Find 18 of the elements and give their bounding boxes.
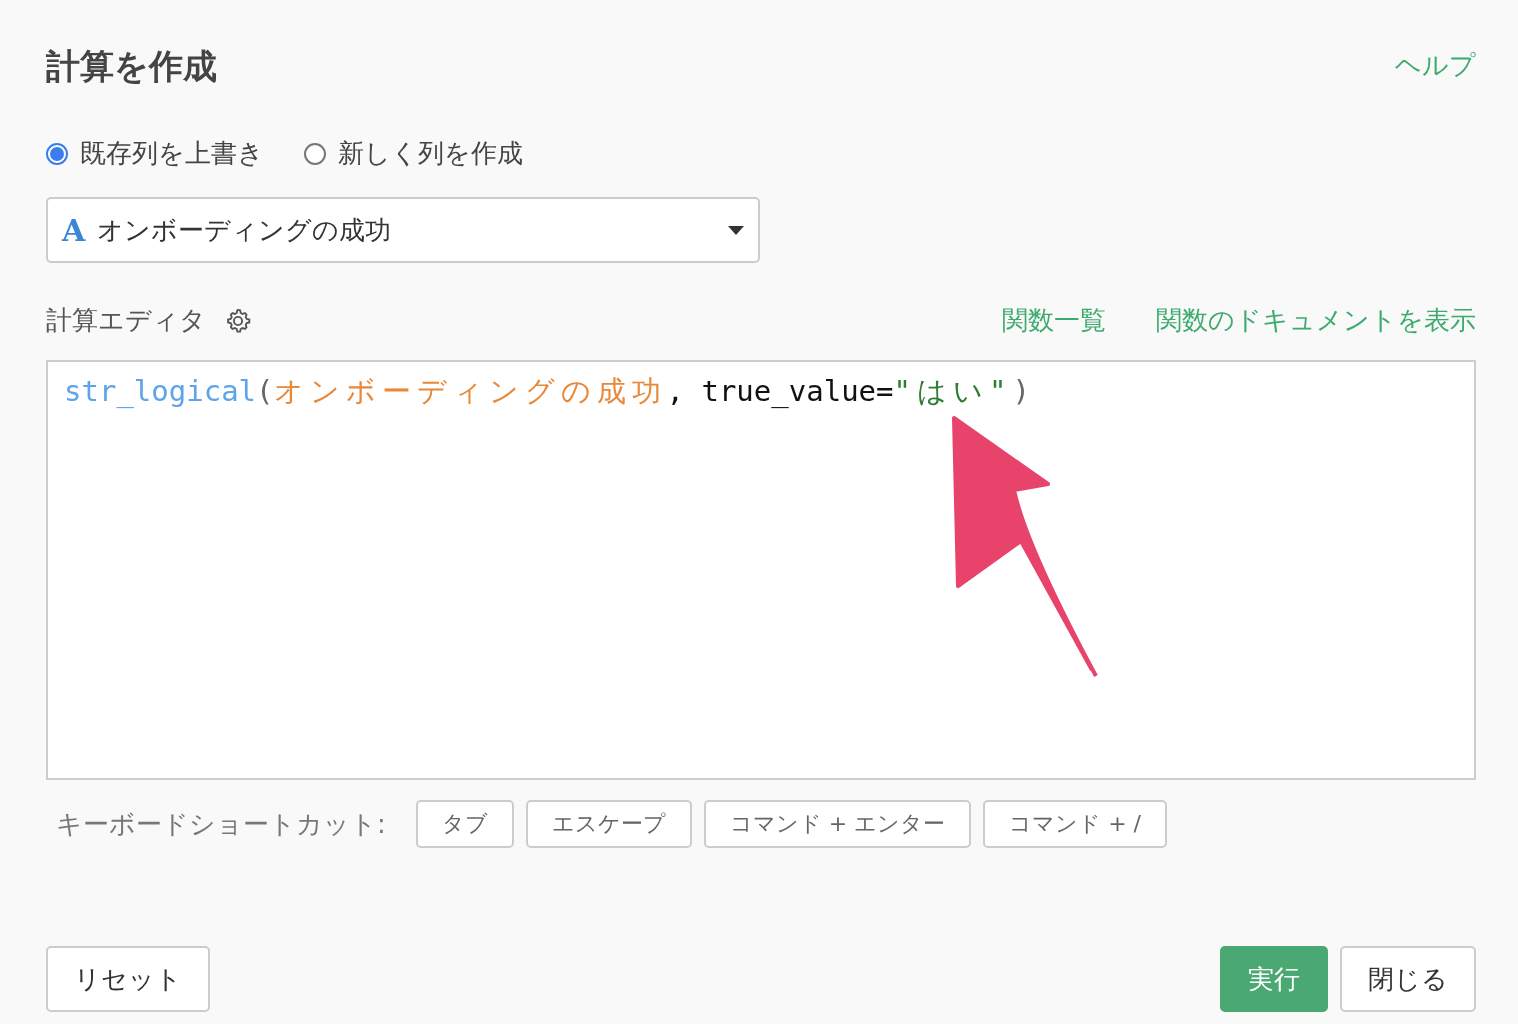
code-line: str_logical(オンボーディングの成功, true_value="はい") xyxy=(64,373,1031,410)
radio-option[interactable]: 新しく列を作成 xyxy=(304,136,523,171)
shortcut-key[interactable]: エスケープ xyxy=(525,800,692,848)
text-type-icon: A xyxy=(62,212,86,248)
close-button[interactable]: 閉じる xyxy=(1340,946,1476,1012)
shortcut-key[interactable]: コマンド + / xyxy=(983,800,1168,848)
dropdown-value: オンボーディングの成功 xyxy=(97,213,393,247)
column-dropdown[interactable]: A オンボーディングの成功 xyxy=(46,197,760,263)
shortcuts-label: キーボードショートカット: xyxy=(56,807,386,841)
reset-button[interactable]: リセット xyxy=(46,946,210,1012)
shortcut-key[interactable]: タブ xyxy=(415,800,514,848)
code-editor[interactable]: str_logical(オンボーディングの成功, true_value="はい") xyxy=(46,360,1476,780)
shortcut-key[interactable]: コマンド + エンター xyxy=(703,800,972,848)
editor-label: 計算エディタ xyxy=(46,304,206,337)
radio-option[interactable]: 既存列を上書き xyxy=(46,136,264,171)
caret-icon xyxy=(728,225,744,235)
dialog-title: 計算を作成 xyxy=(46,45,217,88)
settings-icon[interactable] xyxy=(224,306,252,335)
